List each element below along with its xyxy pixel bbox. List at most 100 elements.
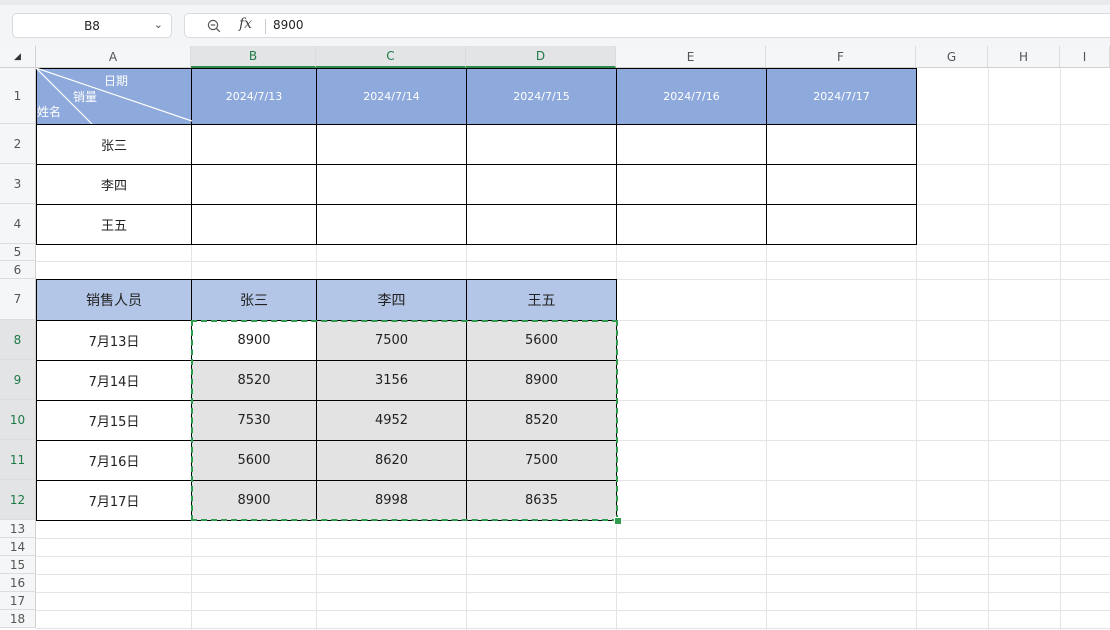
value-cell[interactable]: 5600	[191, 440, 317, 481]
formula-value[interactable]: 8900	[273, 18, 304, 32]
value-cell[interactable]: 8900	[466, 360, 617, 401]
empty-cell[interactable]	[316, 204, 467, 245]
sales-header-cell[interactable]: 李四	[316, 279, 467, 321]
corner-label-name: 姓名	[37, 104, 61, 119]
select-all-corner[interactable]: ◢	[0, 46, 36, 68]
row-header-13[interactable]: 13	[0, 520, 36, 538]
spreadsheet-grid[interactable]: ◢ ABCDEFGHI 1 2 3 4 5 6 7 8 9 10 11 12 13 14 15 16 17 18 …	[0, 46, 1110, 630]
fill-handle[interactable]	[614, 517, 622, 525]
date-header-cell[interactable]: 2024/7/14	[316, 68, 467, 125]
column-header-B[interactable]: B	[191, 46, 316, 68]
empty-cell[interactable]	[616, 164, 767, 205]
empty-cell[interactable]	[466, 164, 617, 205]
row-header-10[interactable]: 10	[0, 400, 36, 440]
column-header-H[interactable]: H	[988, 46, 1060, 68]
column-header-G[interactable]: G	[916, 46, 988, 68]
row-header-16[interactable]: 16	[0, 574, 36, 592]
date-label-cell[interactable]: 7月17日	[36, 480, 192, 521]
row-header-6[interactable]: 6	[0, 261, 36, 279]
row-header-1[interactable]: 1	[0, 68, 36, 124]
date-header-cell[interactable]: 2024/7/13	[191, 68, 317, 125]
row-header-15[interactable]: 15	[0, 556, 36, 574]
empty-cell[interactable]	[466, 204, 617, 245]
empty-cell[interactable]	[466, 124, 617, 165]
value-cell[interactable]: 3156	[316, 360, 467, 401]
date-label-cell[interactable]: 7月14日	[36, 360, 192, 401]
row-header-18[interactable]: 18	[0, 610, 36, 628]
column-header-D[interactable]: D	[466, 46, 616, 68]
value-cell[interactable]: 7500	[316, 320, 467, 361]
column-header-I[interactable]: I	[1060, 46, 1110, 68]
value-cell[interactable]: 8998	[316, 480, 467, 521]
formula-separator	[265, 19, 266, 34]
column-header-C[interactable]: C	[316, 46, 466, 68]
gridline-horizontal	[36, 538, 1110, 539]
name-cell[interactable]: 张三	[36, 124, 192, 165]
date-header-cell[interactable]: 2024/7/16	[616, 68, 767, 125]
value-cell[interactable]: 7500	[466, 440, 617, 481]
empty-cell[interactable]	[616, 124, 767, 165]
row-header-11[interactable]: 11	[0, 440, 36, 480]
gridline-vertical	[988, 68, 989, 630]
value-cell[interactable]: 5600	[466, 320, 617, 361]
empty-cell[interactable]	[766, 204, 917, 245]
empty-cell[interactable]	[316, 164, 467, 205]
name-cell[interactable]: 李四	[36, 164, 192, 205]
value-cell[interactable]: 8900	[191, 480, 317, 521]
value-cell[interactable]: 8520	[466, 400, 617, 441]
date-label-cell[interactable]: 7月13日	[36, 320, 192, 361]
empty-cell[interactable]	[191, 204, 317, 245]
gridline-vertical	[1060, 68, 1061, 630]
date-header-cell[interactable]: 2024/7/15	[466, 68, 617, 125]
gridline-horizontal	[36, 574, 1110, 575]
dropdown-chevron-icon[interactable]: ⌄	[154, 18, 163, 31]
gridline-horizontal	[36, 261, 1110, 262]
empty-cell[interactable]	[616, 204, 767, 245]
column-header-A[interactable]: A	[36, 46, 191, 68]
empty-cell[interactable]	[766, 124, 917, 165]
value-cell[interactable]: 7530	[191, 400, 317, 441]
formula-bar: B8 ⌄ fx 8900	[0, 0, 1110, 46]
sales-header-cell[interactable]: 张三	[191, 279, 317, 321]
value-cell[interactable]: 8620	[316, 440, 467, 481]
gridline-horizontal	[36, 610, 1110, 611]
row-header-5[interactable]: 5	[0, 244, 36, 261]
date-label-cell[interactable]: 7月15日	[36, 400, 192, 441]
row-header-17[interactable]: 17	[0, 592, 36, 610]
row-header-12[interactable]: 12	[0, 480, 36, 520]
row-header-14[interactable]: 14	[0, 538, 36, 556]
value-cell[interactable]: 8635	[466, 480, 617, 521]
empty-cell[interactable]	[191, 124, 317, 165]
name-box-value: B8	[84, 18, 100, 33]
value-cell[interactable]: 4952	[316, 400, 467, 441]
date-header-cell[interactable]: 2024/7/17	[766, 68, 917, 125]
function-icon[interactable]: fx	[239, 16, 252, 32]
row-header-2[interactable]: 2	[0, 124, 36, 164]
empty-cell[interactable]	[316, 124, 467, 165]
active-cell[interactable]: 8900	[191, 320, 317, 361]
sales-header-cell[interactable]: 王五	[466, 279, 617, 321]
name-box[interactable]: B8 ⌄	[12, 13, 172, 38]
name-cell[interactable]: 王五	[36, 204, 192, 245]
row-header-8[interactable]: 8	[0, 320, 36, 360]
formula-input[interactable]: fx 8900	[184, 13, 1110, 38]
column-header-E[interactable]: E	[616, 46, 766, 68]
sales-header-cell[interactable]: 销售人员	[36, 279, 192, 321]
corner-label-sales: 销量	[73, 90, 97, 104]
row-header-7[interactable]: 7	[0, 279, 36, 320]
empty-cell[interactable]	[766, 164, 917, 205]
date-label-cell[interactable]: 7月16日	[36, 440, 192, 481]
row-header-4[interactable]: 4	[0, 204, 36, 244]
row-header-9[interactable]: 9	[0, 360, 36, 400]
zoom-out-icon[interactable]	[207, 19, 221, 33]
empty-cell[interactable]	[191, 164, 317, 205]
select-all-triangle-icon: ◢	[14, 52, 21, 62]
row-header-3[interactable]: 3	[0, 164, 36, 204]
value-cell[interactable]: 8520	[191, 360, 317, 401]
diagonal-header-cell: 日期 销量 姓名	[36, 68, 192, 124]
column-header-F[interactable]: F	[766, 46, 916, 68]
gridline-horizontal	[36, 592, 1110, 593]
gridline-horizontal	[36, 556, 1110, 557]
corner-label-date: 日期	[104, 74, 128, 88]
gridline-horizontal	[36, 628, 1110, 629]
